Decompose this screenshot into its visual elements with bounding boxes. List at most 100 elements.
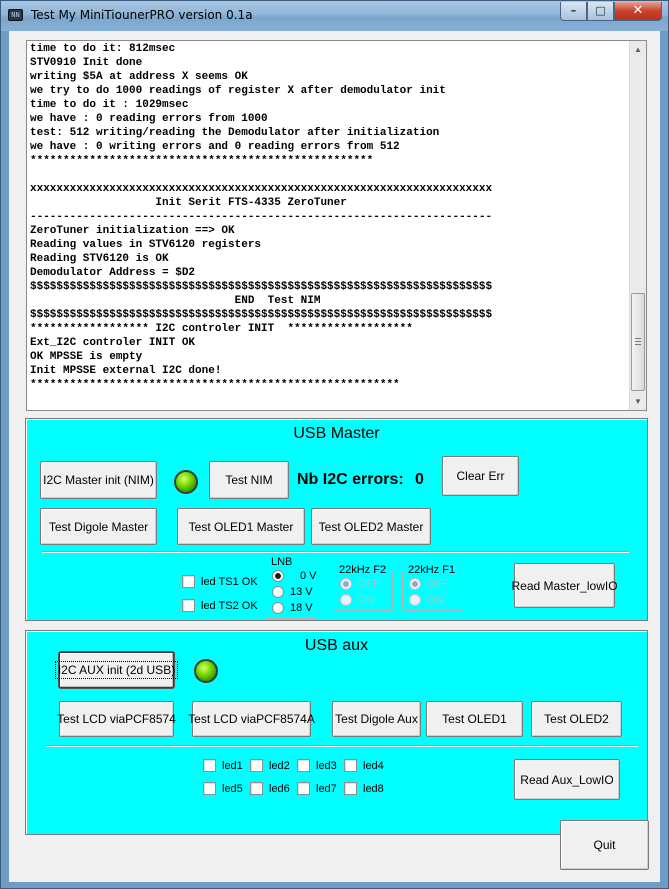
test-nim-button[interactable]: Test NIM: [209, 461, 289, 499]
usb-master-title: USB Master: [293, 425, 380, 442]
checkbox-icon: [182, 575, 195, 588]
radio-icon: [409, 594, 421, 606]
led7-label: led7: [316, 782, 337, 795]
log-line: Demodulator Address = $D2: [30, 267, 196, 279]
checkbox-icon: [250, 782, 263, 795]
lnb-0v-radio[interactable]: 0 V: [272, 570, 317, 582]
log-line: ----------------------------------------…: [30, 211, 493, 223]
checkbox-icon: [344, 759, 357, 772]
f2-on-radio[interactable]: ON: [340, 594, 375, 606]
led8-label: led8: [363, 782, 384, 795]
led8-checkbox[interactable]: led8: [344, 782, 384, 795]
test-oled1-button[interactable]: Test OLED1: [426, 701, 523, 737]
log-line: Ext_I2C controler INIT OK: [30, 337, 196, 349]
read-master-lowio-button[interactable]: Read Master_lowIO: [511, 563, 618, 608]
led2-label: led2: [269, 759, 290, 772]
led6-checkbox[interactable]: led6: [250, 782, 290, 795]
checkbox-icon: [297, 782, 310, 795]
test-oled2-button[interactable]: Test OLED2: [531, 701, 622, 737]
led4-label: led4: [363, 759, 384, 772]
maximize-icon[interactable]: □: [587, 2, 614, 21]
main-window: NN Test My MiniTiounerPRO version 0.1a –…: [0, 0, 669, 889]
log-lines: time to do it: 812msec STV0910 Init done w…: [30, 42, 628, 392]
window-title: Test My MiniTiounerPRO version 0.1a: [31, 8, 253, 22]
scroll-down-icon[interactable]: ▼: [630, 393, 646, 410]
f2-off-radio[interactable]: OFF: [340, 578, 380, 590]
log-textarea[interactable]: time to do it: 812msec STV0910 Init done w…: [26, 40, 647, 411]
i2c-errors-value: 0: [415, 471, 424, 488]
clear-err-button[interactable]: Clear Err: [442, 456, 519, 496]
led2-checkbox[interactable]: led2: [250, 759, 290, 772]
quit-button[interactable]: Quit: [560, 820, 649, 870]
led6-label: led6: [269, 782, 290, 795]
log-line: ****************************************…: [30, 379, 400, 391]
lnb-13v-radio[interactable]: 13 V: [272, 586, 313, 598]
master-divider: [42, 551, 629, 553]
f1-off-label: OFF: [427, 578, 449, 590]
minimize-icon[interactable]: –: [560, 2, 587, 21]
checkbox-icon: [182, 599, 195, 612]
led7-checkbox[interactable]: led7: [297, 782, 337, 795]
led-ts2-label: led TS2 OK: [201, 599, 258, 612]
log-line: time to do it: 812msec: [30, 43, 176, 55]
test-oled1-master-button[interactable]: Test OLED1 Master: [177, 508, 305, 545]
log-line: STV0910 Init done: [30, 57, 143, 69]
test-digole-aux-button[interactable]: Test Digole Aux: [332, 701, 421, 737]
test-digole-master-button[interactable]: Test Digole Master: [40, 508, 157, 545]
led3-label: led3: [316, 759, 337, 772]
led5-label: led5: [222, 782, 243, 795]
log-line: ZeroTuner initialization ==> OK: [30, 225, 235, 237]
led3-checkbox[interactable]: led3: [297, 759, 337, 772]
i2c-aux-init-button[interactable]: I2C AUX init (2d USB): [54, 652, 179, 688]
i2c-master-init-button[interactable]: I2C Master init (NIM): [40, 461, 157, 499]
lnb-18v-radio[interactable]: 18 V: [272, 602, 313, 614]
aux-divider: [46, 745, 638, 747]
f2-group-title: 22kHz F2: [338, 564, 388, 576]
f1-on-label: ON: [427, 594, 444, 606]
log-line: $$$$$$$$$$$$$$$$$$$$$$$$$$$$$$$$$$$$$$$$…: [30, 309, 493, 321]
lnb-group-title: LNB: [270, 556, 294, 568]
scroll-up-icon[interactable]: ▲: [630, 41, 646, 58]
read-aux-lowio-button[interactable]: Read Aux_LowIO: [514, 759, 620, 800]
title-bar[interactable]: NN Test My MiniTiounerPRO version 0.1a –…: [1, 1, 668, 31]
test-oled2-master-button[interactable]: Test OLED2 Master: [311, 508, 431, 545]
checkbox-icon: [203, 782, 216, 795]
checkbox-icon: [344, 782, 357, 795]
radio-icon: [272, 602, 284, 614]
led-ts1-checkbox[interactable]: led TS1 OK: [182, 575, 258, 588]
client-area: time to do it: 812msec STV0910 Init done w…: [9, 31, 660, 882]
test-lcd-pcf8574-button[interactable]: Test LCD viaPCF8574: [57, 701, 176, 737]
log-line: Reading values in STV6120 registers: [30, 239, 262, 251]
checkbox-icon: [297, 759, 310, 772]
led1-checkbox[interactable]: led1: [203, 759, 243, 772]
log-line: time to do it : 1029msec: [30, 99, 189, 111]
grip-icon: [635, 338, 641, 345]
checkbox-icon: [203, 759, 216, 772]
led5-checkbox[interactable]: led5: [203, 782, 243, 795]
f1-22khz-group: 22kHz F1 OFF ON: [402, 564, 462, 611]
aux-status-led: [194, 659, 218, 683]
led4-checkbox[interactable]: led4: [344, 759, 384, 772]
app-icon: NN: [8, 9, 23, 21]
led-ts2-checkbox[interactable]: led TS2 OK: [182, 599, 258, 612]
close-icon[interactable]: ✕: [614, 2, 662, 21]
usb-aux-panel: USB aux I2C AUX init (2d USB) Test LCD v…: [25, 630, 648, 835]
test-lcd-pcf8574a-button[interactable]: Test LCD viaPCF8574A: [188, 701, 315, 737]
f1-on-radio[interactable]: ON: [409, 594, 444, 606]
radio-icon: [272, 570, 284, 582]
log-line: Init Serit FTS-4335 ZeroTuner: [30, 197, 347, 209]
radio-icon: [409, 578, 421, 590]
led-ts1-label: led TS1 OK: [201, 575, 258, 588]
f2-off-label: OFF: [358, 578, 380, 590]
log-line: test: 512 writing/reading the Demodulato…: [30, 127, 440, 139]
i2c-aux-init-label: I2C AUX init (2d USB): [54, 661, 179, 679]
log-scrollbar[interactable]: ▲ ▼: [629, 41, 646, 410]
f1-off-radio[interactable]: OFF: [409, 578, 449, 590]
log-line: we try to do 1000 readings of register X…: [30, 85, 446, 97]
radio-icon: [272, 586, 284, 598]
master-status-led: [174, 470, 198, 494]
log-line: END Test NIM: [30, 295, 321, 307]
log-line: xxxxxxxxxxxxxxxxxxxxxxxxxxxxxxxxxxxxxxxx…: [30, 183, 493, 195]
scroll-thumb[interactable]: [631, 293, 645, 391]
